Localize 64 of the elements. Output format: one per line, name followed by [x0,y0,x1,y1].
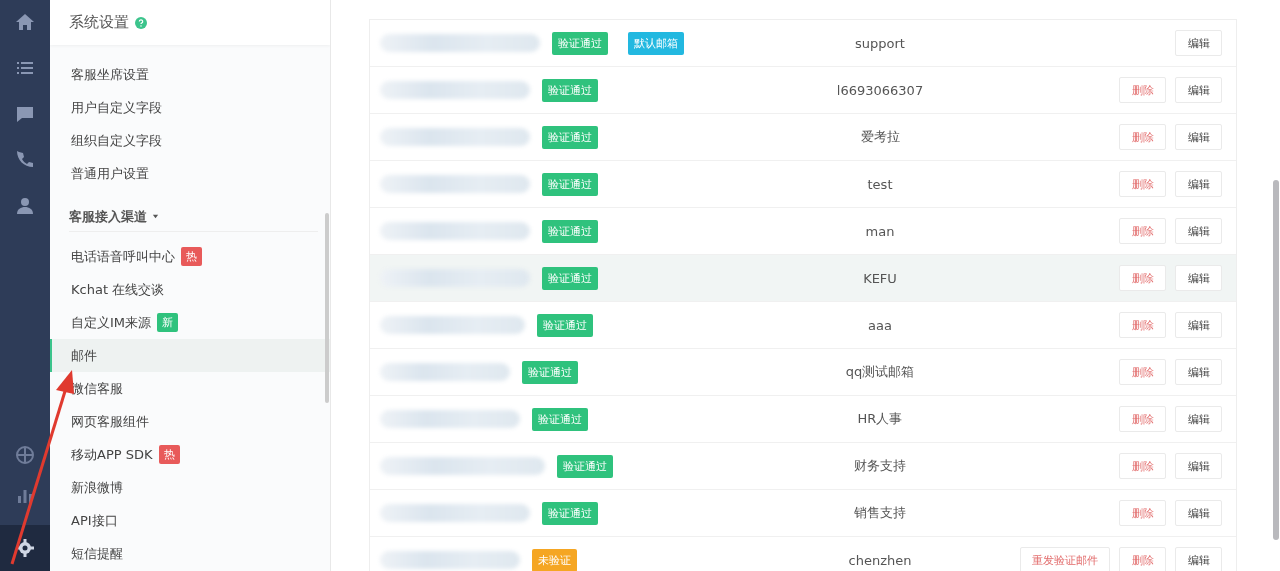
sidebar-item[interactable]: 邮件 [50,339,330,372]
status-tag: 验证通过 [522,360,578,384]
edit-button[interactable]: 编辑 [1175,77,1222,103]
globe-icon[interactable] [15,445,35,465]
status-tag: 验证通过 [537,313,593,337]
table-cell: 财务支持 [854,458,906,473]
sidebar-item[interactable]: 普通用户设置 [50,157,330,190]
status-tag: 验证通过 [552,31,608,55]
sidebar-item[interactable]: 用户自定义字段 [50,91,330,124]
phone-icon[interactable] [15,150,35,170]
sidebar-item[interactable]: 短信提醒 [50,537,330,570]
help-icon[interactable] [135,16,147,29]
sidebar-title: 系统设置 [69,13,129,32]
edit-button[interactable]: 编辑 [1175,124,1222,150]
status-tag: 验证通过 [542,501,598,525]
table-cell: 销售支持 [854,505,906,520]
sidebar-item[interactable]: 电话语音呼叫中心 热 [50,240,330,273]
table-cell: man [865,223,895,239]
badge: 新 [157,313,179,332]
caret-icon[interactable] [152,213,159,220]
table-cell: aaa [868,317,892,333]
chat-icon[interactable] [15,104,35,124]
edit-button[interactable]: 编辑 [1175,500,1222,526]
edit-button[interactable]: 编辑 [1175,312,1222,338]
edit-button[interactable]: 编辑 [1175,218,1222,244]
badge: 热 [181,247,202,266]
table-cell: HR人事 [857,411,903,426]
status-tag: 验证通过 [542,172,598,196]
section-heading[interactable]: 客服接入渠道 [69,190,318,232]
table-cell: 爱考拉 [860,129,900,144]
sidebar-item[interactable]: 网页客服组件 [50,405,330,438]
sidebar-item[interactable]: 移动APP SDK 热 [50,438,330,471]
sidebar-item[interactable]: Kchat 在线交谈 [50,273,330,306]
edit-button[interactable]: 编辑 [1175,406,1222,432]
scrollbar[interactable] [1273,180,1279,540]
edit-button[interactable]: 编辑 [1175,453,1222,479]
status-tag: 验证通过 [532,407,588,431]
table-cell: l6693066307 [836,82,924,98]
table-cell: qq测试邮箱 [845,364,915,379]
status-tag: 验证通过 [542,78,598,102]
status-tag: 验证通过 [542,125,598,149]
badge: 热 [158,445,180,464]
status-tag: 验证通过 [557,454,613,478]
edit-button[interactable]: 编辑 [1175,359,1222,385]
status-tag: 验证通过 [542,266,598,290]
edit-button[interactable]: 编辑 [1175,265,1222,291]
table-cell: KEFU [863,270,897,286]
table-cell: support [855,35,905,51]
table-cell: chenzhen [848,552,912,568]
sidebar-item[interactable]: 新浪微博 [50,471,330,504]
status-tag: 验证通过 [542,219,598,243]
sidebar-item[interactable]: 客服坐席设置 [50,58,330,91]
table-cell: test [867,176,893,192]
edit-button[interactable]: 编辑 [1175,30,1222,56]
status-tag: 未验证 [532,548,577,571]
edit-button[interactable]: 编辑 [1175,171,1222,197]
home-icon[interactable] [15,12,35,32]
settings-icon[interactable] [15,538,35,558]
sidebar-item[interactable]: 组织自定义字段 [50,124,330,157]
user-icon[interactable] [15,196,35,216]
edit-button[interactable]: 编辑 [1175,547,1222,571]
sidebar-item[interactable]: 自定义IM来源 新 [50,306,330,339]
sidebar-item[interactable]: API接口 [50,504,330,537]
default-tag: 默认邮箱 [628,31,684,55]
